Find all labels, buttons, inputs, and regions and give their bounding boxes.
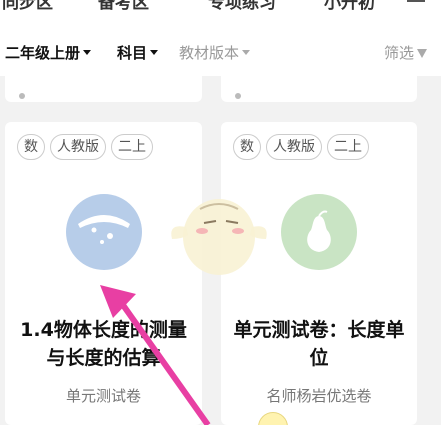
card-title: 1.4物体长度的测量与长度的估算	[20, 319, 187, 369]
card-subtitle: 名师杨岩优选卷	[266, 387, 372, 405]
top-tab-bar: 同步区 备考区 专项练习 小升初	[0, 0, 441, 28]
edition-tag: 人教版	[50, 134, 106, 160]
edition-filter-label: 教材版本	[179, 44, 240, 62]
grade-filter-label: 二年级上册	[5, 44, 81, 62]
subject-filter[interactable]: 科目	[117, 42, 159, 63]
mascot-icon	[171, 199, 267, 275]
tab-special-practice[interactable]: 专项练习	[208, 0, 276, 13]
menu-icon[interactable]	[407, 0, 425, 8]
edition-filter[interactable]: 教材版本	[179, 42, 251, 63]
cheese-icon	[77, 215, 130, 244]
filter-button-label: 筛选	[383, 44, 414, 62]
edition-tag: 人教版	[266, 134, 322, 160]
pear-icon	[307, 210, 331, 252]
cover-image	[281, 194, 357, 270]
tab-sync[interactable]: 同步区	[2, 0, 53, 13]
filter-button[interactable]: 筛选	[384, 42, 427, 63]
tag-list: 数 人教版 二上	[233, 134, 369, 160]
caret-down-icon	[150, 50, 159, 55]
subject-tag: 数	[233, 134, 261, 160]
grade-filter[interactable]: 二年级上册	[5, 42, 92, 63]
grade-tag: 二上	[111, 134, 153, 160]
grade-tag: 二上	[327, 134, 369, 160]
subject-filter-label: 科目	[117, 44, 148, 62]
filter-bar: 二年级上册 科目 教材版本 筛选	[0, 28, 441, 76]
tab-exam-prep[interactable]: 备考区	[98, 0, 149, 13]
caret-down-icon	[242, 50, 251, 55]
card-subtitle: 单元测试卷	[65, 387, 141, 405]
dot-icon	[235, 93, 241, 99]
tag-list: 数 人教版 二上	[17, 134, 153, 160]
funnel-icon	[417, 49, 427, 58]
caret-down-icon	[83, 50, 92, 55]
card-title: 单元测试卷：长度单位	[233, 319, 405, 369]
previous-card-right[interactable]	[221, 76, 417, 102]
tab-junior-high[interactable]: 小升初	[324, 0, 375, 13]
dot-icon	[19, 93, 25, 99]
previous-card-left[interactable]	[5, 76, 202, 102]
subject-tag: 数	[17, 134, 45, 160]
cover-image	[65, 194, 142, 270]
